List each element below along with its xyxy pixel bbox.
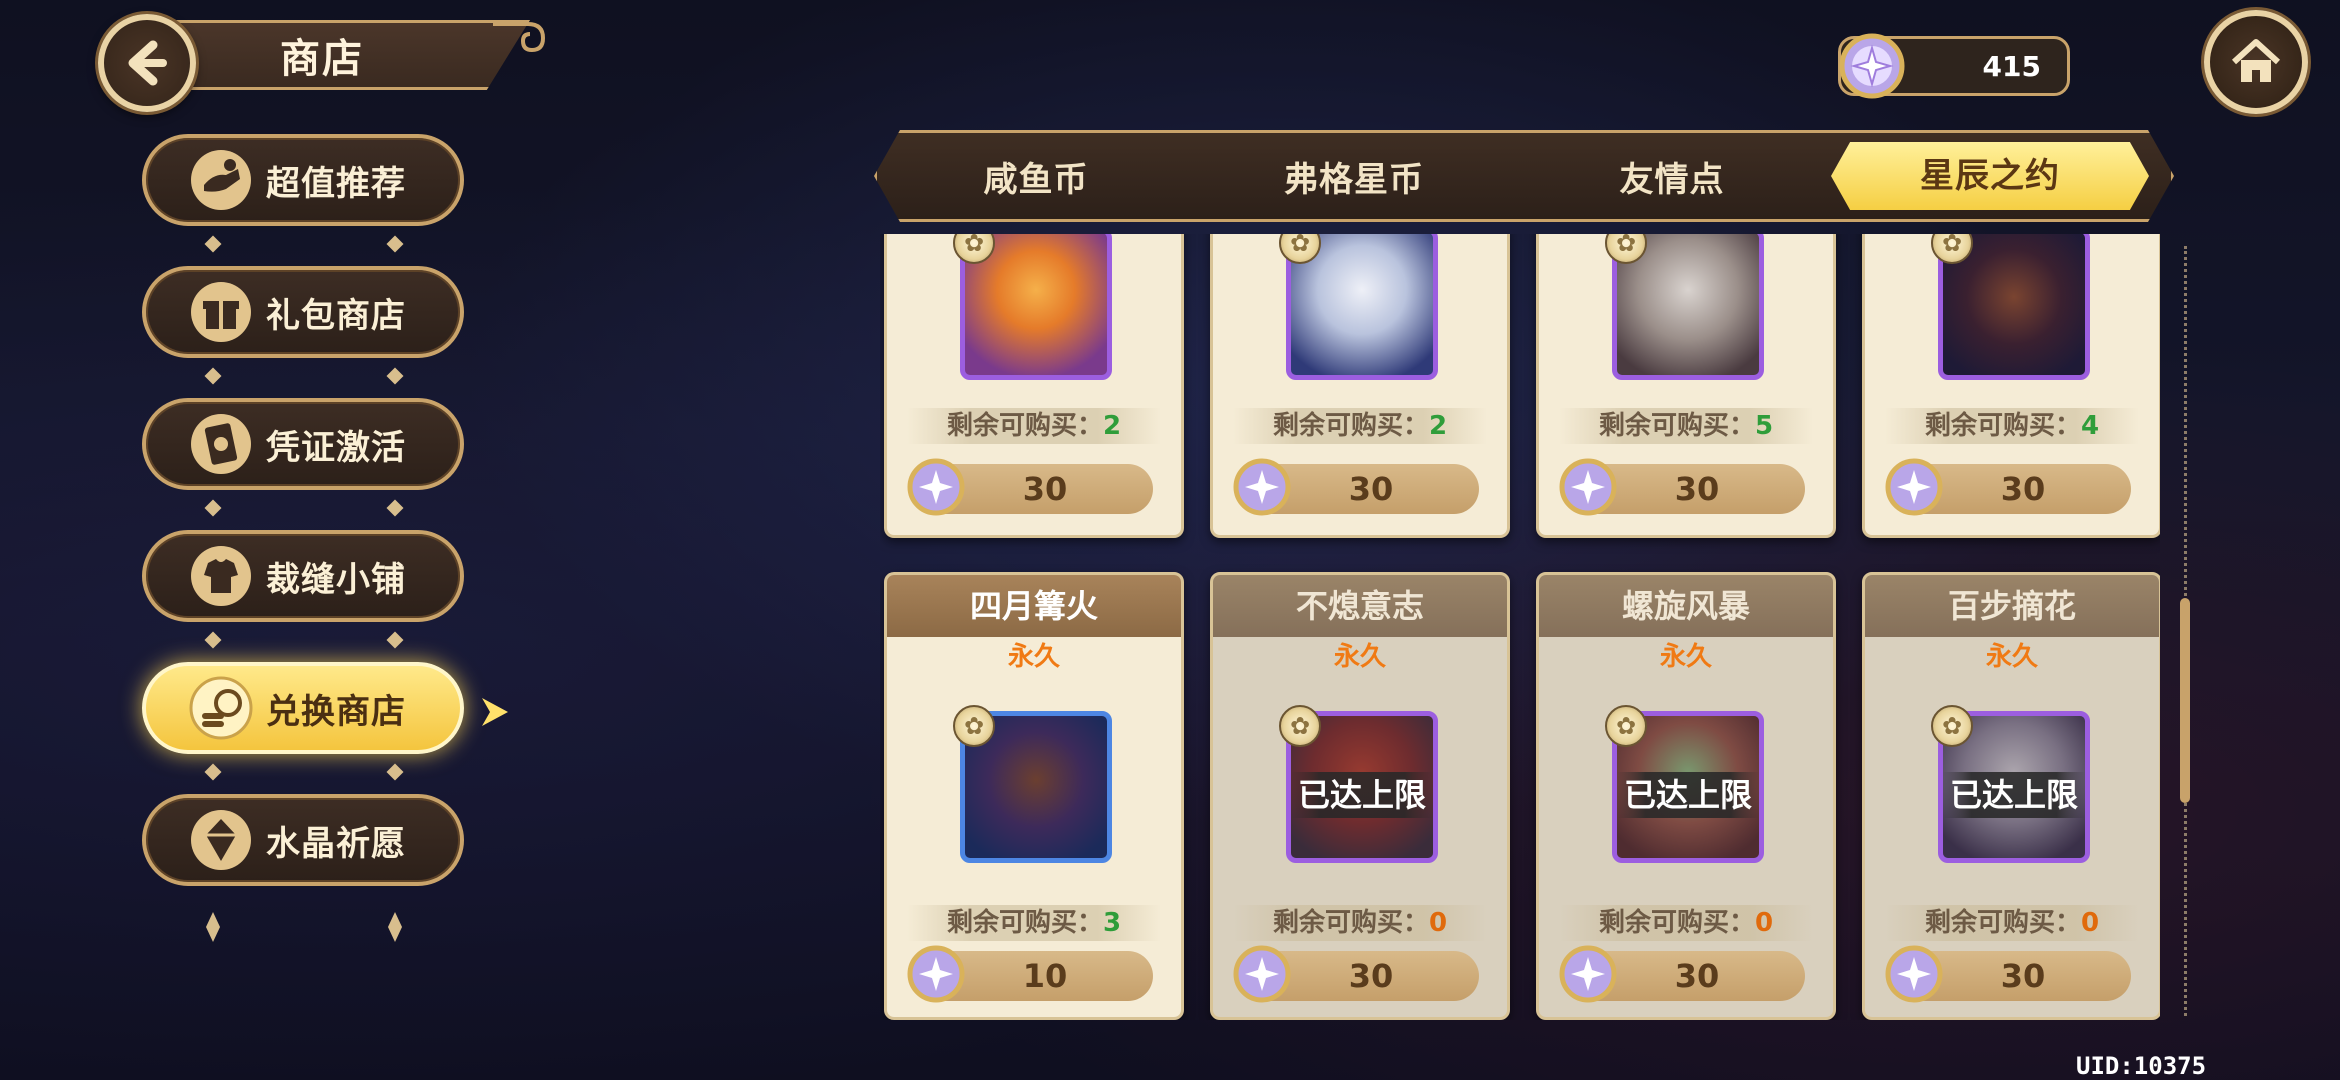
chevron-right-icon — [482, 698, 508, 726]
hand-gift-icon — [191, 150, 251, 210]
shop-item-card[interactable]: ✿ 剩余可购买：2 30 — [1210, 234, 1510, 538]
remaining-count: 剩余可购买：0 — [1233, 905, 1487, 941]
clover-badge-icon: ✿ — [953, 705, 995, 747]
currency-tabs: 咸鱼币 弗格星币 友情点 星辰之约 — [874, 130, 2174, 222]
sidebar-item-voucher[interactable]: 凭证激活 — [142, 398, 464, 490]
back-button[interactable] — [98, 14, 196, 112]
user-id: UID:10375 — [2076, 1052, 2207, 1080]
sidebar-item-label: 礼包商店 — [266, 295, 406, 336]
star-crystal-icon — [1233, 458, 1291, 516]
limit-reached-label: 已达上限 — [1617, 772, 1759, 818]
remaining-count: 剩余可购买：5 — [1559, 408, 1813, 444]
back-arrow-icon — [128, 40, 167, 86]
item-duration: 永久 — [1007, 642, 1060, 672]
shop-item-card[interactable]: 百步摘花 永久 ✿ 已达上限 剩余可购买：0 30 — [1862, 572, 2160, 1020]
remaining-count: 剩余可购买：4 — [1885, 408, 2139, 444]
star-crystal-icon — [1839, 33, 1905, 99]
page-title: 商店 — [280, 36, 364, 82]
star-crystal-icon — [1559, 458, 1617, 516]
card-icon — [191, 414, 251, 474]
tab-friendship-points[interactable]: 友情点 — [1513, 152, 1831, 201]
price-button[interactable]: 10 — [907, 945, 1153, 1003]
exchange-icon — [189, 676, 253, 740]
star-crystal-icon — [907, 458, 965, 516]
star-crystal-icon — [1885, 945, 1943, 1003]
star-crystal-icon — [1885, 458, 1943, 516]
price-button[interactable]: 30 — [1885, 458, 2131, 516]
sidebar-item-recommend[interactable]: 超值推荐 — [142, 134, 464, 226]
price-button[interactable]: 30 — [1885, 945, 2131, 1003]
ornament-curl-icon — [493, 22, 546, 53]
remaining-count: 剩余可购买：3 — [907, 905, 1161, 941]
currency-amount: 415 — [1982, 49, 2041, 83]
price-button[interactable]: 30 — [1559, 945, 1805, 1003]
sidebar-item-crystal-wish[interactable]: 水晶祈愿 — [142, 794, 464, 886]
sidebar-item-label: 凭证激活 — [266, 427, 406, 468]
shop-item-card[interactable]: ✿ 剩余可购买：4 30 — [1862, 234, 2160, 538]
sidebar-item-label: 裁缝小铺 — [266, 559, 406, 600]
tab-salted-fish-coin[interactable]: 咸鱼币 — [877, 152, 1195, 201]
star-crystal-icon — [1559, 945, 1617, 1003]
shop-item-card[interactable]: 螺旋风暴 永久 ✿ 已达上限 剩余可购买：0 30 — [1536, 572, 1836, 1020]
sidebar-item-label: 兑换商店 — [266, 691, 406, 732]
price-button[interactable]: 30 — [1233, 458, 1479, 516]
sidebar-item-label: 超值推荐 — [266, 163, 406, 204]
tab-fog-star-coin[interactable]: 弗格星币 — [1195, 152, 1513, 201]
item-duration: 永久 — [1985, 642, 2038, 672]
remaining-count: 剩余可购买：0 — [1885, 905, 2139, 941]
tab-star-promise[interactable]: 星辰之约 — [1831, 142, 2149, 210]
tailor-icon — [191, 546, 251, 606]
item-name: 四月篝火 — [887, 575, 1181, 637]
item-name: 不熄意志 — [1213, 575, 1507, 637]
sidebar-item-label: 水晶祈愿 — [266, 823, 406, 864]
limit-reached-label: 已达上限 — [1291, 772, 1433, 818]
price-button[interactable]: 30 — [1233, 945, 1479, 1003]
remaining-count: 剩余可购买：2 — [907, 408, 1161, 444]
item-name: 螺旋风暴 — [1539, 575, 1833, 637]
remaining-count: 剩余可购买：0 — [1559, 905, 1813, 941]
star-crystal-icon — [907, 945, 965, 1003]
clover-badge-icon: ✿ — [1931, 705, 1973, 747]
item-duration: 永久 — [1333, 642, 1386, 672]
home-icon — [2231, 39, 2281, 82]
item-duration: 永久 — [1659, 642, 1712, 672]
item-grid: ✿ 剩余可购买：2 30 ✿ 剩余可购买：2 30 ✿ 剩余可购买：5 30 ✿… — [880, 234, 2160, 1020]
price-button[interactable]: 30 — [907, 458, 1153, 516]
title-plate: 商店 — [170, 20, 530, 90]
star-crystal-icon — [1233, 945, 1291, 1003]
home-button[interactable] — [2204, 10, 2308, 114]
sidebar-item-tailor[interactable]: 裁缝小铺 — [142, 530, 464, 622]
crystal-icon — [191, 810, 251, 870]
sidebar-item-gift-shop[interactable]: 礼包商店 — [142, 266, 464, 358]
clover-badge-icon: ✿ — [1279, 705, 1321, 747]
limit-reached-label: 已达上限 — [1943, 772, 2085, 818]
gift-box-icon — [191, 282, 251, 342]
remaining-count: 剩余可购买：2 — [1233, 408, 1487, 444]
sidebar-item-exchange[interactable]: 兑换商店 — [142, 662, 464, 754]
shop-item-card[interactable]: ✿ 剩余可购买：2 30 — [884, 234, 1184, 538]
shop-item-card[interactable]: 四月篝火 永久 ✿ 剩余可购买：3 10 — [884, 572, 1184, 1020]
price-button[interactable]: 30 — [1559, 458, 1805, 516]
shop-item-card[interactable]: ✿ 剩余可购买：5 30 — [1536, 234, 1836, 538]
scrollbar-thumb[interactable] — [2180, 598, 2190, 803]
clover-badge-icon: ✿ — [1605, 705, 1647, 747]
item-name: 百步摘花 — [1865, 575, 2159, 637]
shop-item-card[interactable]: 不熄意志 永久 ✿ 已达上限 剩余可购买：0 30 — [1210, 572, 1510, 1020]
